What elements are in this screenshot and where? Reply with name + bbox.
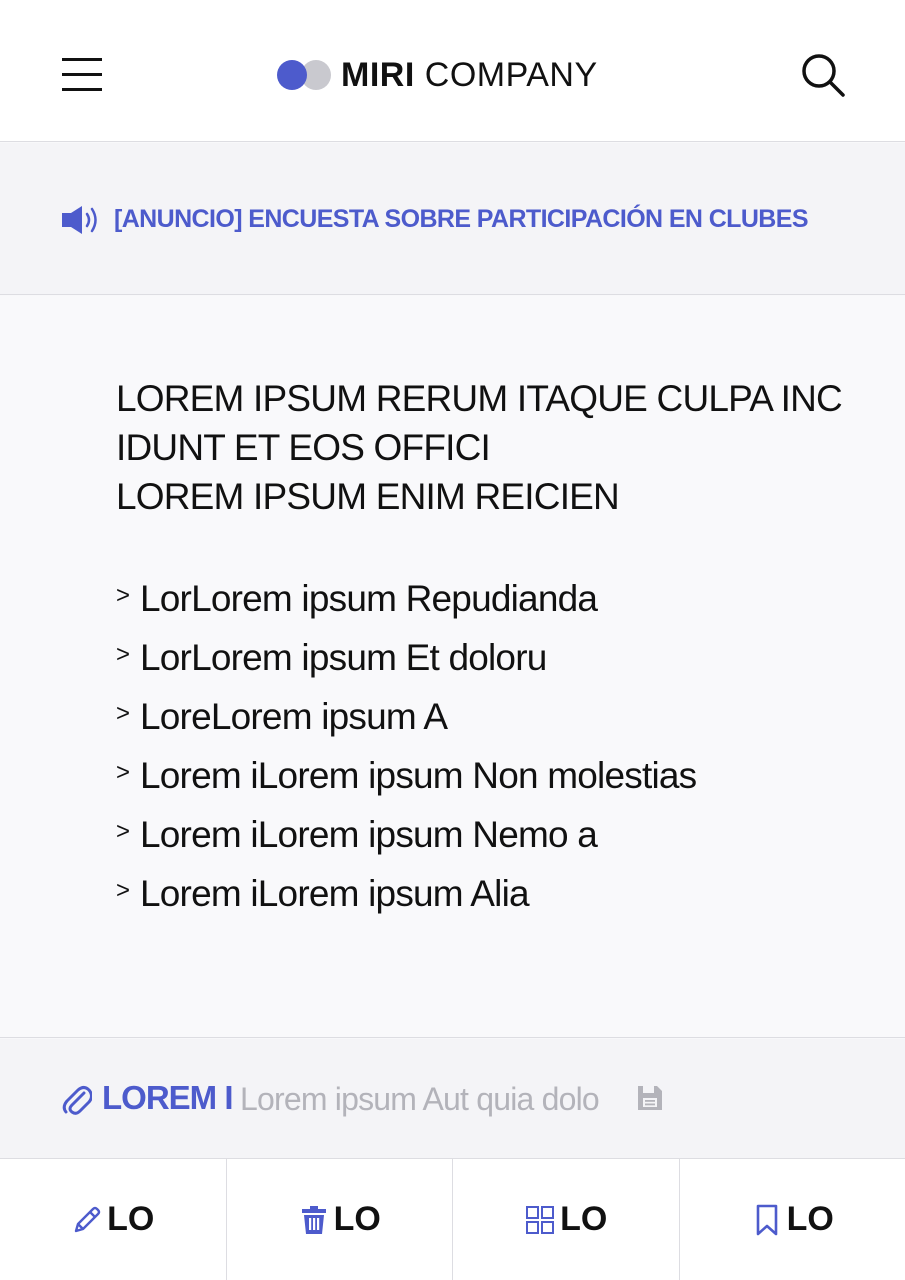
link-label: LoreLorem ipsum A <box>140 696 448 737</box>
chevron-right-icon: > <box>116 700 131 727</box>
delete-button[interactable]: LO <box>227 1159 453 1280</box>
attachment-title: LOREM I <box>102 1079 233 1116</box>
logo-text-bold: MIRI <box>341 55 415 94</box>
hamburger-menu-icon[interactable] <box>60 56 104 92</box>
announcement-link[interactable]: [ANUNCIO] ENCUESTA SOBRE PARTICIPACIÓN E… <box>114 205 809 234</box>
floppy-disk-icon[interactable] <box>636 1084 664 1112</box>
megaphone-icon <box>60 203 102 237</box>
logo-text-light: COMPANY <box>424 55 598 94</box>
edit-button-label: LO <box>107 1200 155 1238</box>
edit-button[interactable]: LO <box>0 1159 227 1280</box>
link-label: LorLorem ipsum Et doloru <box>140 637 547 678</box>
link-label: Lorem iLorem ipsum Nemo a <box>140 814 598 855</box>
bottom-action-bar: LO LO LO LO <box>0 1159 905 1280</box>
link-label: LorLorem ipsum Repudianda <box>140 578 598 619</box>
link-label: Lorem iLorem ipsum Alia <box>140 873 530 914</box>
app-header: MIRI COMPANY <box>0 0 905 142</box>
chevron-right-icon: > <box>116 641 131 668</box>
pencil-icon <box>74 1206 101 1232</box>
trash-icon <box>301 1205 326 1234</box>
grid-icon <box>526 1205 555 1234</box>
announcement-banner: [ANUNCIO] ENCUESTA SOBRE PARTICIPACIÓN E… <box>0 143 905 295</box>
main-content: LOREM IPSUM RERUM ITAQUE CULPA INC IDUNT… <box>0 296 905 1038</box>
chevron-right-icon: > <box>116 582 131 609</box>
attachment-file-link[interactable]: Lorem ipsum Aut quia dolo <box>240 1081 600 1118</box>
search-icon[interactable] <box>800 52 846 98</box>
paperclip-icon <box>60 1081 93 1117</box>
delete-button-label: LO <box>333 1200 381 1238</box>
title-line: IDUNT ET EOS OFFICI <box>116 427 491 468</box>
company-logo[interactable]: MIRI COMPANY <box>277 55 598 95</box>
page-title: LOREM IPSUM RERUM ITAQUE CULPA INC IDUNT… <box>116 374 856 521</box>
list-view-button-label: LO <box>560 1200 608 1238</box>
attachment-bar: LOREM I Lorem ipsum Aut quia dolo <box>0 1039 905 1159</box>
bookmark-button[interactable]: LO <box>680 1159 905 1280</box>
title-line: LOREM IPSUM ENIM REICIEN <box>116 476 620 517</box>
bookmark-button-label: LO <box>786 1200 834 1238</box>
link-label: Lorem iLorem ipsum Non molestias <box>140 755 697 796</box>
list-view-button[interactable]: LO <box>453 1159 680 1280</box>
chevron-right-icon: > <box>116 759 131 786</box>
bookmark-icon <box>756 1204 777 1235</box>
chevron-right-icon: > <box>116 877 131 904</box>
chevron-right-icon: > <box>116 818 131 845</box>
logo-mark-icon <box>277 59 333 91</box>
title-line: LOREM IPSUM RERUM ITAQUE CULPA INC <box>116 378 843 419</box>
